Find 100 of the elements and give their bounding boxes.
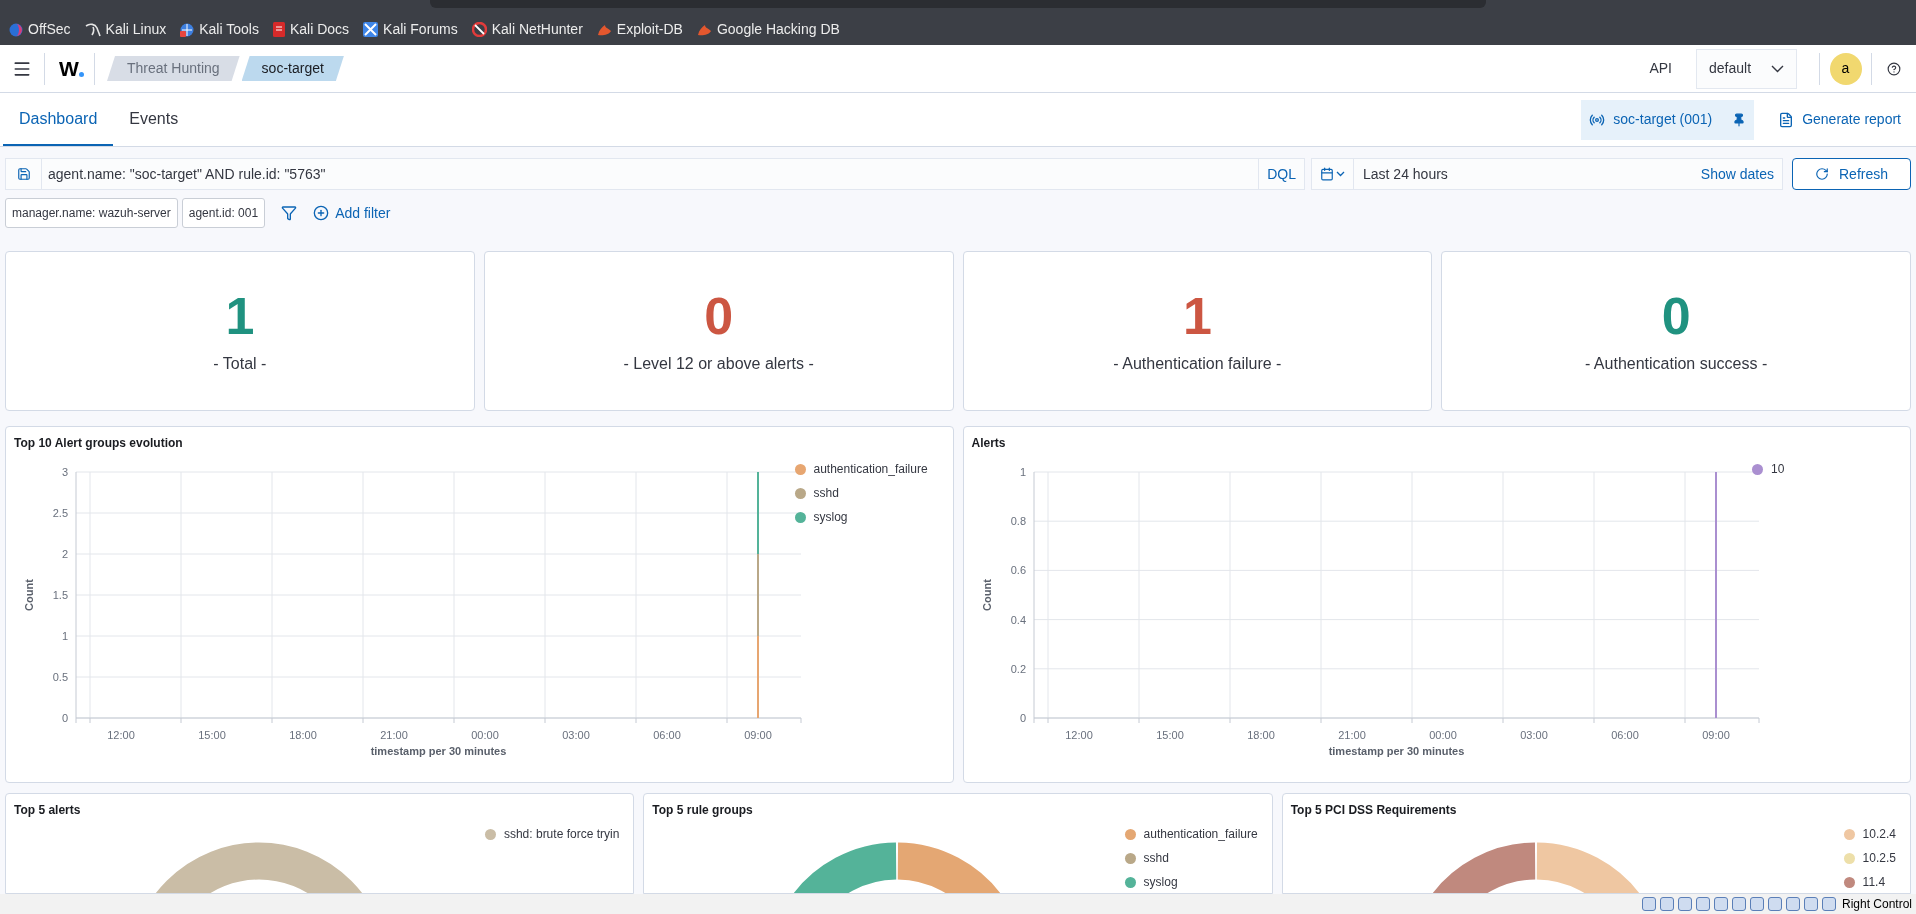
status-icon[interactable]	[1731, 897, 1746, 911]
axis-label: 2.5	[52, 507, 68, 519]
status-icon[interactable]	[1659, 897, 1674, 911]
legend-label[interactable]: 11.4	[1862, 873, 1886, 891]
status-icon[interactable]	[1785, 897, 1800, 911]
panel-title: Top 5 alerts	[14, 802, 82, 819]
axis-title: timestamp per 30 minutes	[370, 745, 507, 757]
stat-value: 1	[1182, 286, 1212, 346]
agent-badge[interactable]: soc-target (001)	[1581, 99, 1755, 140]
flame-icon	[596, 23, 612, 36]
axis-label: 09:00	[744, 729, 772, 741]
generate-report-button[interactable]: Generate report	[1766, 109, 1913, 130]
axis-label: 00:00	[471, 729, 499, 741]
tab[interactable]: Events	[113, 93, 195, 146]
legend-label[interactable]: authentication_failure	[813, 460, 928, 478]
axis-label: 12:00	[107, 729, 135, 741]
stat-label: - Authentication failure -	[1113, 354, 1282, 374]
plus-icon	[313, 205, 330, 221]
axis-title: Count	[23, 579, 35, 611]
legend-label[interactable]: syslog	[813, 508, 848, 526]
chevron-icon	[1336, 171, 1345, 177]
stat-label: - Level 12 or above alerts -	[623, 354, 814, 374]
axis-label: 09:00	[1701, 729, 1730, 741]
stat-value: 0	[704, 286, 734, 346]
legend-label[interactable]: sshd: brute force tryin	[503, 825, 620, 843]
document-icon	[272, 22, 285, 37]
dql-button[interactable]: DQL	[1258, 159, 1304, 189]
document-icon	[1778, 111, 1795, 128]
show-dates-link[interactable]: Show dates	[1692, 163, 1782, 185]
pin-icon	[1732, 112, 1747, 127]
axis-label: 00:00	[1428, 729, 1457, 741]
axis-label: 0.8	[1010, 515, 1026, 528]
logo[interactable]: W	[45, 52, 93, 85]
axis-label: 06:00	[1610, 729, 1639, 741]
save-icon	[16, 167, 31, 181]
breadcrumb[interactable]: soc-target	[241, 56, 344, 81]
panel-title: Top 5 rule groups	[652, 802, 754, 819]
legend-label[interactable]: 10	[1771, 460, 1785, 478]
status-icon[interactable]	[1767, 897, 1782, 911]
axis-label: 1.5	[52, 589, 68, 601]
refresh-icon	[1815, 167, 1829, 181]
host-key-label: Right Control	[1841, 896, 1912, 913]
flame-icon	[696, 23, 712, 36]
axis-label: 12:00	[1064, 729, 1093, 741]
filter-pill[interactable]: manager.name: wazuh-server	[5, 198, 178, 228]
query-input[interactable]: agent.name: "soc-target" AND rule.id: "5763"	[42, 163, 1259, 185]
bookmark-link[interactable]: OffSec	[9, 19, 71, 40]
calendar-icon	[1320, 167, 1334, 181]
breadcrumb[interactable]: Threat Hunting	[107, 56, 240, 81]
legend-label[interactable]: sshd	[1143, 849, 1169, 867]
axis-label: 18:00	[1246, 729, 1275, 741]
axis-label: 15:00	[198, 729, 226, 741]
panel-title: Top 5 PCI DSS Requirements	[1290, 802, 1458, 819]
status-icon[interactable]	[1695, 897, 1710, 911]
avatar[interactable]: a	[1829, 52, 1862, 85]
status-icon[interactable]	[1677, 897, 1692, 911]
axis-label: 0	[61, 712, 68, 724]
legend-label[interactable]: syslog	[1143, 873, 1178, 891]
legend-label[interactable]: 10.2.5	[1862, 849, 1896, 867]
bookmark-link[interactable]: Kali Tools	[180, 19, 259, 40]
api-select[interactable]: default	[1696, 48, 1797, 89]
axis-title: Count	[980, 579, 993, 611]
axis-label: 0.2	[1010, 662, 1026, 675]
axis-label: 03:00	[1519, 729, 1548, 741]
tab[interactable]: Dashboard	[3, 93, 114, 146]
axis-label: 1	[61, 630, 68, 642]
axis-label: 03:00	[562, 729, 590, 741]
axis-label: 0.5	[52, 671, 68, 683]
axis-label: 18:00	[289, 729, 317, 741]
chevron-icon	[1771, 64, 1784, 73]
bookmark-link[interactable]: Kali Linux	[84, 19, 167, 40]
axis-label: 21:00	[380, 729, 408, 741]
legend-label[interactable]: 10.2.4	[1862, 825, 1896, 843]
stat-value: 0	[1661, 286, 1691, 346]
search-field[interactable]: agent.name: "soc-target" AND rule.id: "5763" DQL	[5, 158, 1305, 190]
bookmark-link[interactable]: Google Hacking DB	[696, 19, 840, 40]
bookmark-link[interactable]: Kali Docs	[272, 19, 350, 40]
status-icon[interactable]	[1803, 897, 1818, 911]
axis-title: timestamp per 30 minutes	[1328, 745, 1464, 757]
refresh-button[interactable]: Refresh	[1792, 158, 1911, 190]
status-icon[interactable]	[1749, 897, 1764, 911]
bookmark-link[interactable]: Kali Forums	[363, 19, 458, 40]
status-icon[interactable]	[1641, 897, 1656, 911]
date-range: Last 24 hours	[1362, 164, 1449, 184]
globe-icon	[180, 22, 195, 37]
axis-label: 21:00	[1337, 729, 1366, 741]
status-icon[interactable]	[1713, 897, 1728, 911]
stat-value: 1	[225, 286, 255, 346]
stat-label: - Authentication success -	[1584, 354, 1768, 374]
filter-pill[interactable]: agent.id: 001	[181, 198, 266, 228]
axis-label: 0.6	[1010, 564, 1026, 577]
bookmark-link[interactable]: Kali NetHunter	[471, 19, 583, 40]
status-icon[interactable]	[1821, 897, 1836, 911]
axis-label: 0.4	[1010, 613, 1026, 626]
legend-label[interactable]: authentication_failure	[1143, 825, 1258, 843]
legend-label[interactable]: sshd	[813, 484, 839, 502]
add-filter-button[interactable]: Add filter	[313, 202, 391, 224]
axis-label: 2	[61, 548, 68, 560]
date-picker[interactable]: Last 24 hours Show dates	[1311, 158, 1783, 190]
bookmark-link[interactable]: Exploit-DB	[596, 19, 683, 40]
